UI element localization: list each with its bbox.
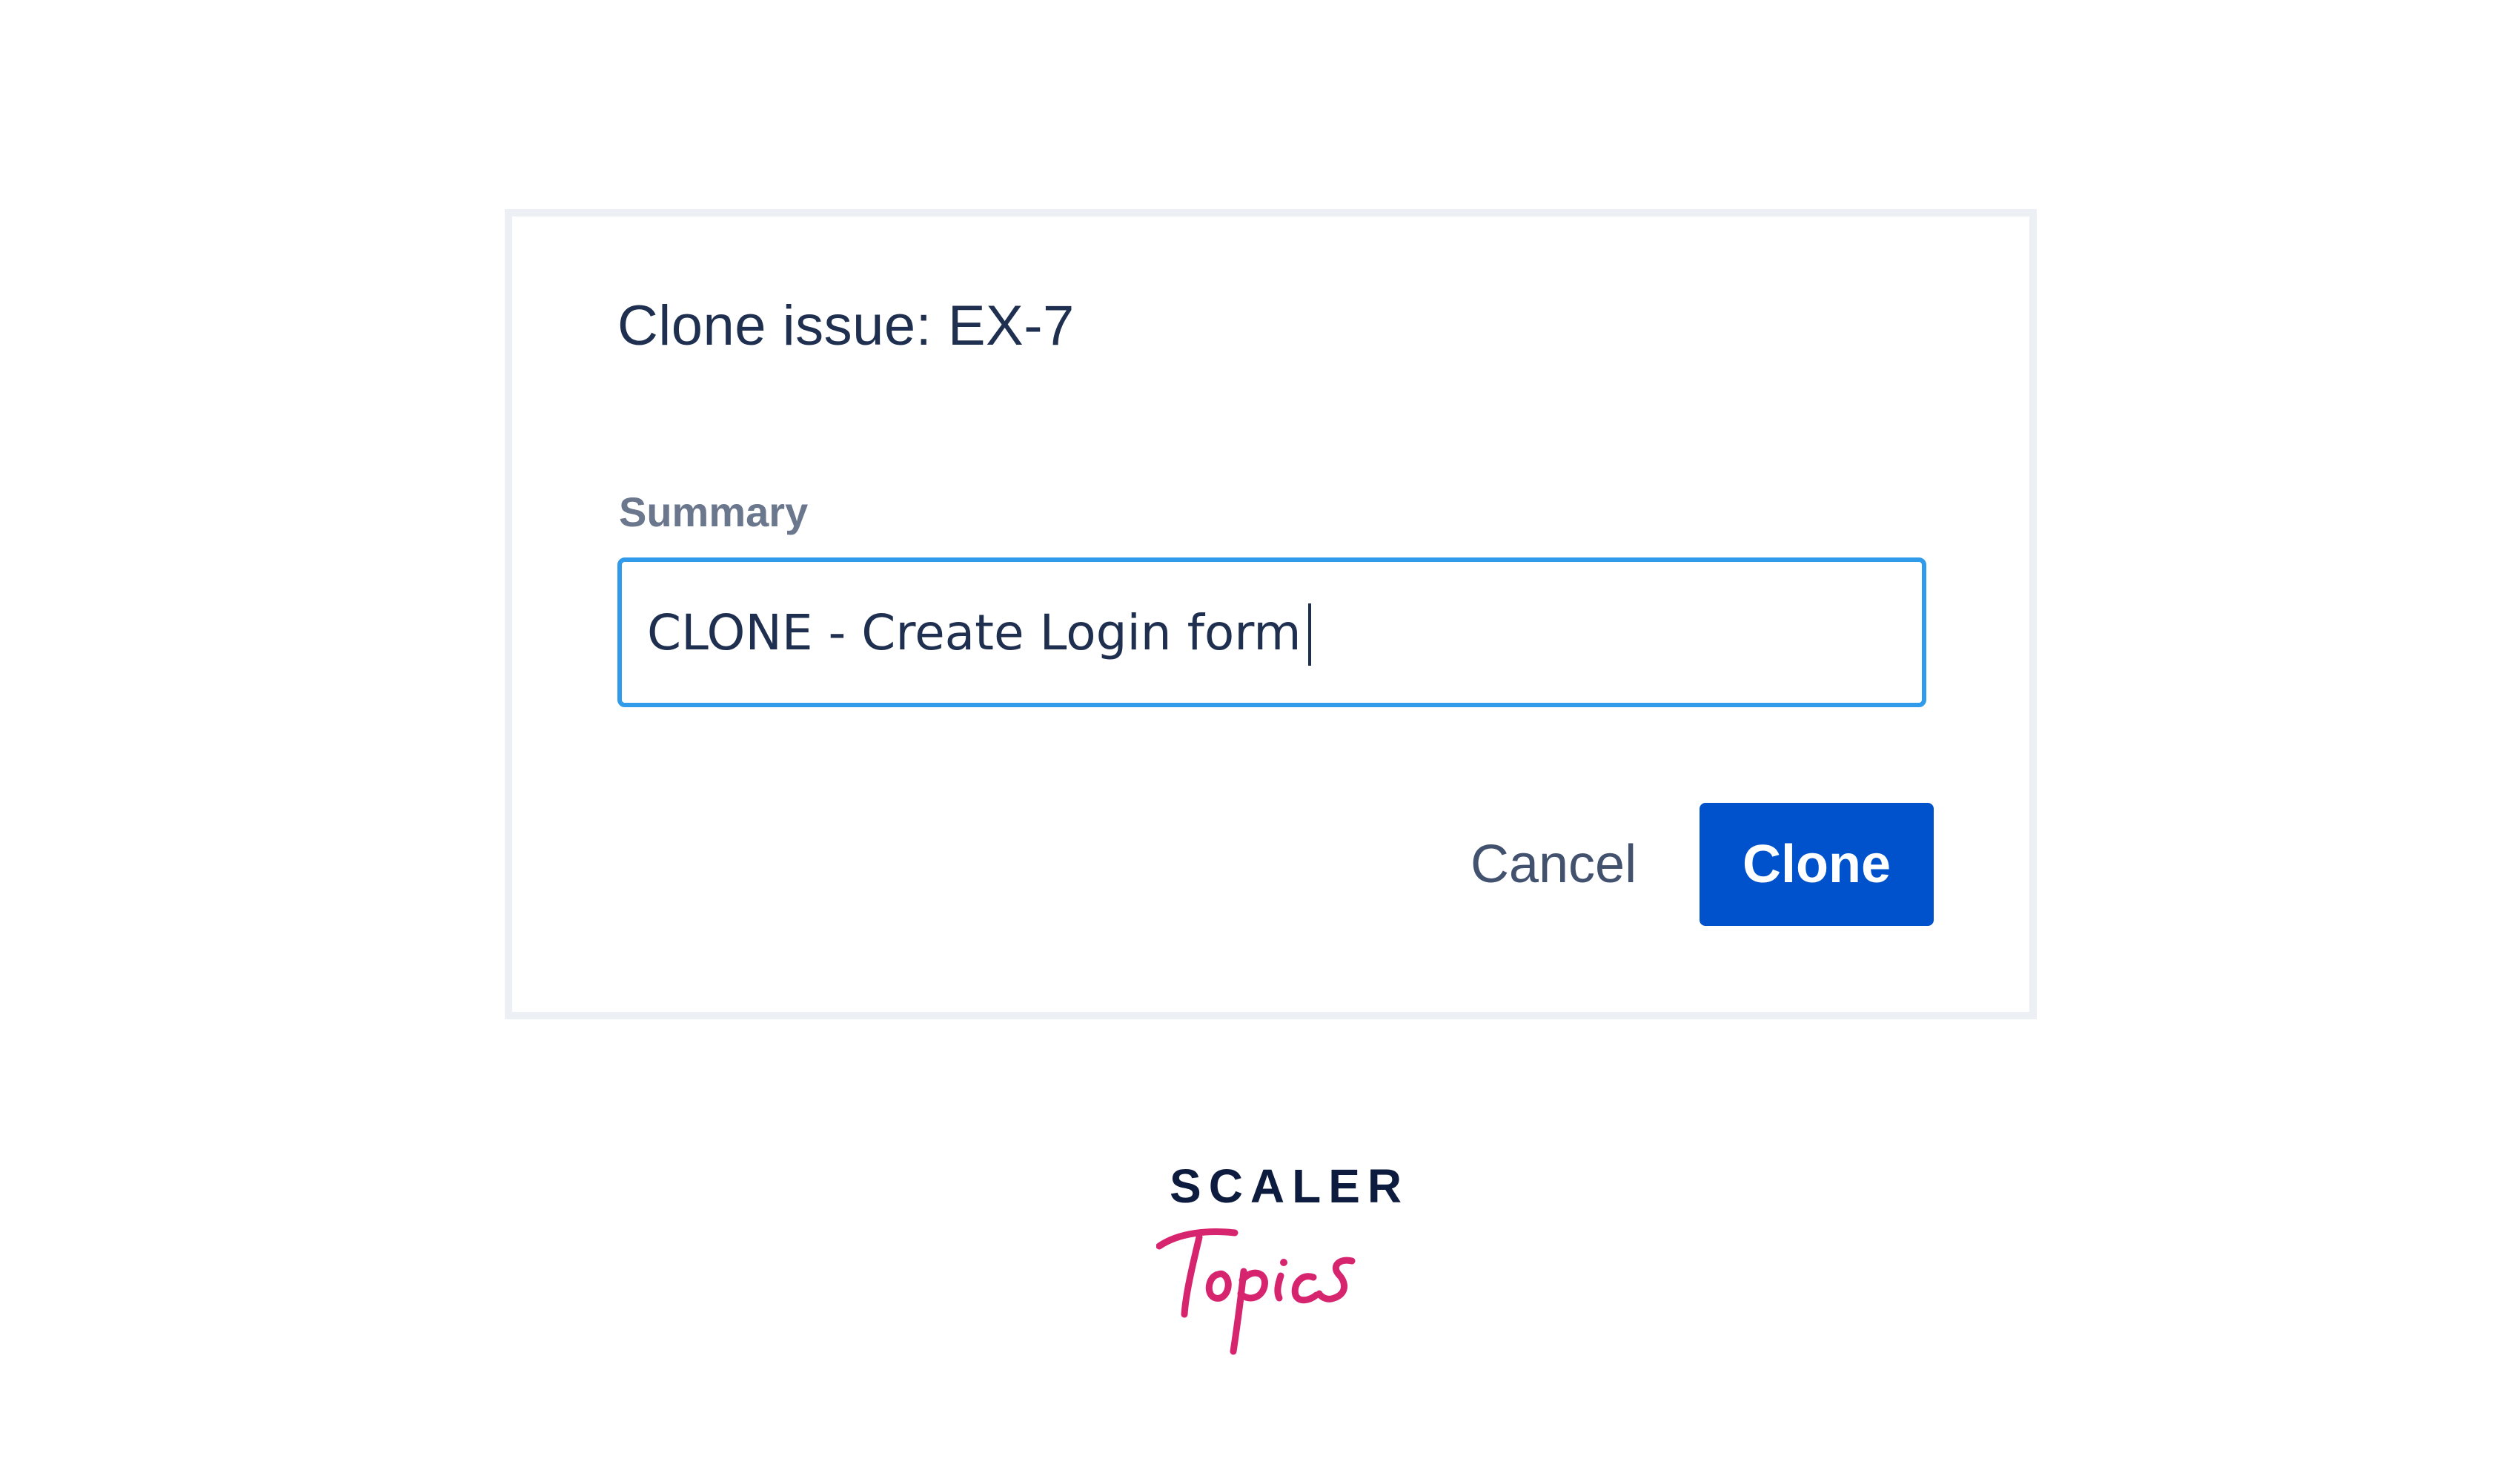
clone-issue-dialog: Clone issue: EX-7 Summary Cancel Clone [505,209,2037,1019]
summary-input[interactable] [617,557,1926,707]
logo-wordmark-topics [1156,1228,1356,1355]
scaler-topics-logo: SCALER [1156,1160,1402,1355]
clone-button[interactable]: Clone [1700,803,1934,926]
text-cursor [1308,603,1311,666]
dialog-title: Clone issue: EX-7 [617,294,1075,357]
cancel-button[interactable]: Cancel [1442,803,1665,926]
summary-label: Summary [619,489,809,535]
